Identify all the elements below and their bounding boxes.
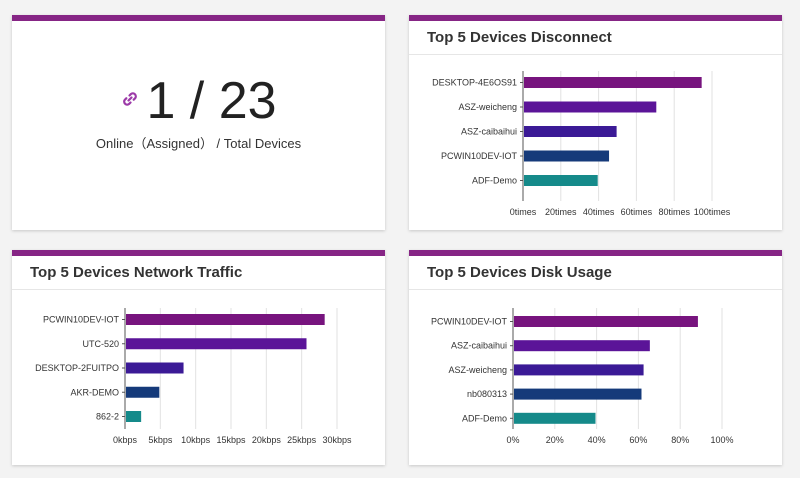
- tick-label: 80%: [671, 435, 689, 445]
- category-label: ADF-Demo: [462, 413, 507, 423]
- tick-label: 60%: [629, 435, 647, 445]
- category-label: ASZ-caibaihui: [461, 127, 517, 137]
- tick-label: 40times: [583, 207, 615, 217]
- online-devices-summary: 1 / 23 Online（Assigned） / Total Devices: [12, 71, 385, 152]
- tick-label: 40%: [588, 435, 606, 445]
- bar: [514, 340, 650, 352]
- bar: [514, 316, 698, 327]
- tick-label: 5kbps: [148, 435, 173, 445]
- bar: [524, 77, 702, 88]
- bar: [126, 362, 184, 374]
- category-label: PCWIN10DEV-IOT: [441, 151, 518, 161]
- category-label: ASZ-weicheng: [458, 102, 517, 112]
- category-label: ADF-Demo: [472, 176, 517, 186]
- bar: [126, 314, 325, 325]
- category-label: UTC-520: [82, 339, 119, 349]
- tick-label: 20kbps: [252, 435, 282, 445]
- network-traffic-chart: 0kbps 5kbps 10kbps 15kbps 20kbps 25kbps 30kbps…: [35, 308, 352, 445]
- category-label: 862-2: [96, 412, 119, 422]
- tick-label: 80times: [658, 207, 690, 217]
- bar: [126, 338, 307, 350]
- online-devices-card: 1 / 23 Online（Assigned） / Total Devices: [12, 15, 385, 230]
- disconnect-chart: 0times 20times 40times 60times 80times 100tim…: [432, 71, 731, 217]
- link-icon: [120, 89, 140, 114]
- category-label: DESKTOP-4E6OS91: [432, 78, 517, 88]
- online-total-label: Online（Assigned） / Total Devices: [95, 136, 302, 151]
- bar: [126, 386, 160, 398]
- tick-label: 60times: [621, 207, 653, 217]
- category-label: PCWIN10DEV-IOT: [431, 317, 508, 327]
- tick-label: 30kbps: [322, 435, 352, 445]
- tick-label: 100times: [694, 207, 731, 217]
- bar: [524, 126, 617, 137]
- category-label: ASZ-weicheng: [448, 365, 507, 375]
- bar: [514, 364, 644, 376]
- bar: [514, 412, 596, 424]
- category-label: AKR-DEMO: [70, 387, 119, 397]
- bar: [514, 388, 642, 400]
- bar: [524, 150, 610, 162]
- tick-label: 20%: [546, 435, 564, 445]
- tick-label: 20times: [545, 207, 577, 217]
- tick-label: 0kbps: [113, 435, 138, 445]
- tick-label: 100%: [710, 435, 733, 445]
- bar: [524, 101, 657, 113]
- disk-usage-card: Top 5 Devices Disk Usage 0% 20% 40% 60% 80% 1…: [409, 250, 782, 465]
- network-traffic-card: Top 5 Devices Network Traffic 0kbps 5kbps…: [12, 250, 385, 465]
- disconnect-card: Top 5 Devices Disconnect 0times 20times 40…: [409, 15, 782, 230]
- tick-label: 10kbps: [181, 435, 211, 445]
- tick-label: 0times: [510, 207, 537, 217]
- tick-label: 15kbps: [216, 435, 246, 445]
- disk-usage-chart: 0% 20% 40% 60% 80% 100% PCWIN10DEV-IOT ASZ-caib…: [431, 308, 734, 445]
- tick-label: 25kbps: [287, 435, 317, 445]
- tick-label: 0%: [506, 435, 519, 445]
- bar: [126, 411, 142, 422]
- category-label: nb080313: [467, 389, 507, 399]
- online-total-value: 1 / 23: [146, 72, 277, 130]
- category-label: ASZ-caibaihui: [451, 341, 507, 351]
- category-label: PCWIN10DEV-IOT: [43, 315, 120, 325]
- bar: [524, 175, 598, 186]
- category-label: DESKTOP-2FUITPO: [35, 363, 119, 373]
